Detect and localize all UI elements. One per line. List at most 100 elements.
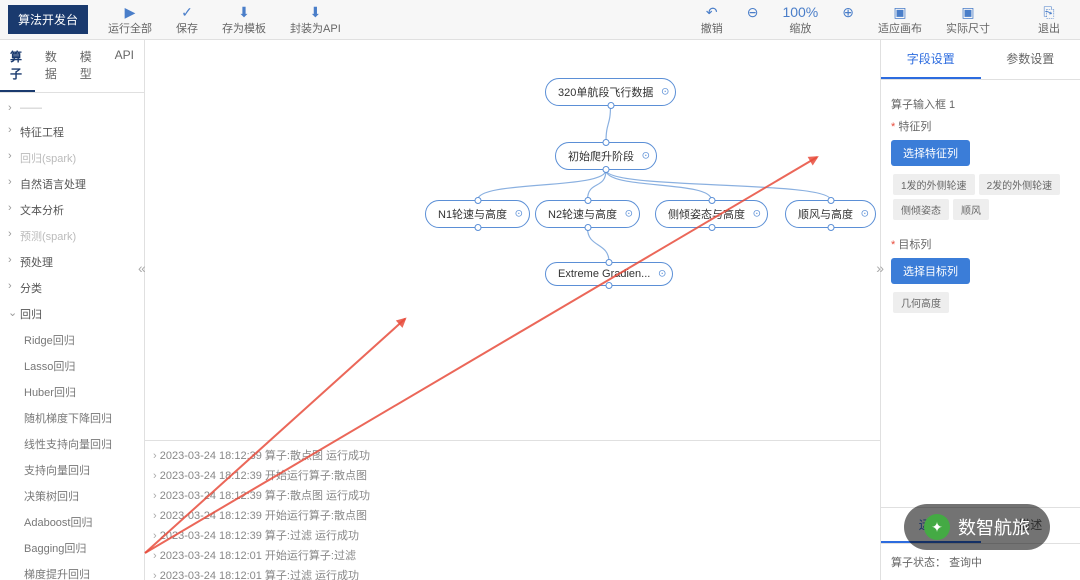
feature-col-label: 特征列 [891, 118, 1070, 134]
port-out[interactable] [603, 166, 610, 173]
node-n3[interactable]: N1轮速与高度 [425, 200, 530, 228]
tb-left-3-icon: ⬇ [310, 4, 322, 20]
tree-item-16[interactable]: Adaboost回归 [0, 509, 144, 535]
tab-param-settings[interactable]: 参数设置 [981, 40, 1080, 79]
edges-layer [145, 40, 880, 440]
canvas-area: 320单航段飞行数据初始爬升阶段 N1轮速与高度N2轮速与高度侧倾姿态与高度顺风与… [145, 40, 880, 580]
tree-item-5[interactable]: 预测(spark) [0, 223, 144, 249]
tree-item-17[interactable]: Bagging回归 [0, 535, 144, 561]
side-tab-0[interactable]: 算子 [0, 40, 35, 92]
tb-right-4[interactable]: ▣适应画布 [866, 0, 934, 40]
target-tags: 几何高度 [891, 290, 1070, 315]
operator-tree: ——特征工程回归(spark)自然语言处理文本分析预测(spark)预处理分类回… [0, 93, 144, 580]
port-out[interactable] [584, 224, 591, 231]
right-tabs: 字段设置 参数设置 [881, 40, 1080, 80]
port-out[interactable] [607, 102, 614, 109]
tb-right-4-label: 适应画布 [878, 20, 922, 36]
tree-item-15[interactable]: 决策树回归 [0, 483, 144, 509]
target-tag-0[interactable]: 几何高度 [893, 292, 949, 313]
select-feature-button[interactable]: 选择特征列 [891, 140, 970, 166]
feature-tag-1[interactable]: 2发的外侧轮速 [979, 174, 1061, 195]
port-in[interactable] [827, 197, 834, 204]
tree-item-18[interactable]: 梯度提升回归 [0, 561, 144, 580]
node-n7[interactable]: Extreme Gradien... [545, 262, 673, 286]
tree-item-0[interactable]: —— [0, 97, 144, 119]
tb-left-1-label: 保存 [176, 20, 198, 36]
tree-item-9[interactable]: Ridge回归 [0, 327, 144, 353]
toolbar-left: ▶运行全部✓保存⬇存为模板⬇封装为API [96, 0, 353, 40]
toolbar-right: ↶撤销⊖100%缩放⊕▣适应画布▣实际尺寸 [689, 0, 1010, 40]
node-n6[interactable]: 顺风与高度 [785, 200, 876, 228]
feature-tag-2[interactable]: 侧倾姿态 [893, 199, 949, 220]
tree-item-12[interactable]: 随机梯度下降回归 [0, 405, 144, 431]
tree-item-13[interactable]: 线性支持向量回归 [0, 431, 144, 457]
log-line-4: 2023-03-24 18:12:39 算子:过滤 运行成功 [153, 525, 872, 545]
log-line-3: 2023-03-24 18:12:39 开始运行算子:散点图 [153, 505, 872, 525]
rightpanel-collapse-icon[interactable]: » [876, 260, 884, 276]
side-tab-3[interactable]: API [105, 40, 144, 92]
tree-item-11[interactable]: Huber回归 [0, 379, 144, 405]
status-value: 查询中 [949, 557, 982, 569]
tb-left-2[interactable]: ⬇存为模板 [210, 0, 278, 40]
side-tab-2[interactable]: 模型 [70, 40, 105, 92]
node-n1[interactable]: 320单航段飞行数据 [545, 78, 676, 106]
tb-right-2[interactable]: 100%缩放 [770, 0, 830, 40]
port-out[interactable] [708, 224, 715, 231]
log-line-2: 2023-03-24 18:12:39 算子:散点图 运行成功 [153, 485, 872, 505]
tb-right-2-icon: 100% [782, 4, 818, 20]
tb-left-2-label: 存为模板 [222, 20, 266, 36]
port-in[interactable] [708, 197, 715, 204]
feature-tags: 1发的外侧轮速2发的外侧轮速侧倾姿态顺风 [891, 172, 1070, 222]
tb-right-0[interactable]: ↶撤销 [689, 0, 735, 40]
watermark-text: 数智航旅 [958, 514, 1030, 540]
node-n2[interactable]: 初始爬升阶段 [555, 142, 657, 170]
tree-item-8[interactable]: 回归 [0, 301, 144, 327]
tree-item-3[interactable]: 自然语言处理 [0, 171, 144, 197]
tree-item-1[interactable]: 特征工程 [0, 119, 144, 145]
tb-right-2-label: 缩放 [789, 20, 811, 36]
right-body: 算子输入框 1 特征列 选择特征列 1发的外侧轮速2发的外侧轮速侧倾姿态顺风 目… [881, 80, 1080, 507]
tree-item-14[interactable]: 支持向量回归 [0, 457, 144, 483]
tree-item-10[interactable]: Lasso回归 [0, 353, 144, 379]
tb-left-1-icon: ✓ [181, 4, 193, 20]
tb-left-1[interactable]: ✓保存 [164, 0, 210, 40]
feature-tag-0[interactable]: 1发的外侧轮速 [893, 174, 975, 195]
port-in[interactable] [603, 139, 610, 146]
tree-item-4[interactable]: 文本分析 [0, 197, 144, 223]
log-line-6: 2023-03-24 18:12:01 算子:过滤 运行成功 [153, 565, 872, 580]
topbar: 算法开发台 ▶运行全部✓保存⬇存为模板⬇封装为API ↶撤销⊖100%缩放⊕▣适… [0, 0, 1080, 40]
tb-right-1-icon: ⊖ [747, 4, 759, 20]
tb-left-3[interactable]: ⬇封装为API [278, 0, 353, 40]
tree-item-6[interactable]: 预处理 [0, 249, 144, 275]
log-line-5: 2023-03-24 18:12:01 开始运行算子:过滤 [153, 545, 872, 565]
tb-right-0-label: 撤销 [701, 20, 723, 36]
port-in[interactable] [474, 197, 481, 204]
select-target-button[interactable]: 选择目标列 [891, 258, 970, 284]
node-n5[interactable]: 侧倾姿态与高度 [655, 200, 768, 228]
port-out[interactable] [827, 224, 834, 231]
port-in[interactable] [584, 197, 591, 204]
tree-item-2[interactable]: 回归(spark) [0, 145, 144, 171]
main: 算子数据模型API ——特征工程回归(spark)自然语言处理文本分析预测(sp… [0, 40, 1080, 580]
tab-field-settings[interactable]: 字段设置 [881, 40, 981, 79]
node-n4[interactable]: N2轮速与高度 [535, 200, 640, 228]
port-out[interactable] [606, 282, 613, 289]
sidebar-tabs: 算子数据模型API [0, 40, 144, 93]
port-in[interactable] [606, 259, 613, 266]
tb-left-0[interactable]: ▶运行全部 [96, 0, 164, 40]
feature-tag-3[interactable]: 顺风 [953, 199, 989, 220]
canvas[interactable]: 320单航段飞行数据初始爬升阶段 N1轮速与高度N2轮速与高度侧倾姿态与高度顺风与… [145, 40, 880, 440]
tb-right-1[interactable]: ⊖ [735, 0, 771, 40]
tree-item-7[interactable]: 分类 [0, 275, 144, 301]
sidebar: 算子数据模型API ——特征工程回归(spark)自然语言处理文本分析预测(sp… [0, 40, 145, 580]
exit-button[interactable]: ⎘ 退出 [1026, 0, 1072, 40]
toolbar-exit-group: ⎘ 退出 [1026, 0, 1080, 40]
wechat-icon: ✦ [924, 514, 950, 540]
tb-left-3-label: 封装为API [290, 20, 341, 36]
tb-left-2-icon: ⬇ [238, 4, 250, 20]
logo: 算法开发台 [8, 5, 88, 34]
tb-right-3[interactable]: ⊕ [830, 0, 866, 40]
tb-right-5[interactable]: ▣实际尺寸 [934, 0, 1002, 40]
side-tab-1[interactable]: 数据 [35, 40, 70, 92]
port-out[interactable] [474, 224, 481, 231]
